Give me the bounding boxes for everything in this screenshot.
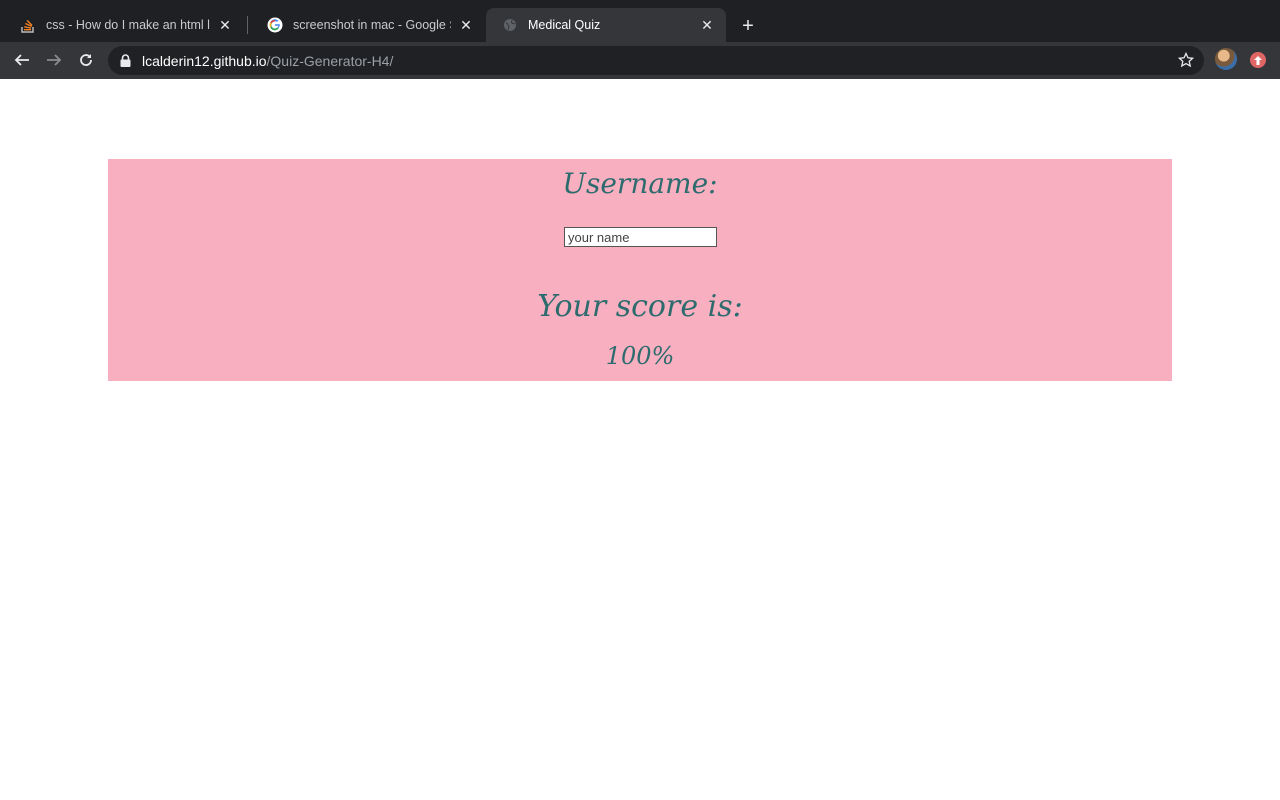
tab-medical-quiz[interactable]: Medical Quiz ✕	[486, 8, 726, 42]
url-text: lcalderin12.github.io/Quiz-Generator-H4/	[142, 53, 393, 69]
tab-separator	[247, 16, 248, 34]
arrow-left-icon	[14, 54, 29, 66]
stackoverflow-icon	[20, 17, 36, 33]
profile-avatar[interactable]	[1215, 48, 1237, 70]
tab-stackoverflow[interactable]: css - How do I make an html lir ✕	[4, 8, 244, 42]
globe-icon	[502, 17, 518, 33]
browser-toolbar: lcalderin12.github.io/Quiz-Generator-H4/	[0, 42, 1280, 79]
tab-title: screenshot in mac - Google Se	[293, 18, 451, 32]
score-panel: Username: Your score is: 100%	[108, 159, 1172, 381]
tab-strip: css - How do I make an html lir ✕ screen…	[0, 0, 1280, 42]
tab-title: Medical Quiz	[528, 18, 601, 32]
new-tab-button[interactable]: +	[736, 14, 760, 38]
tab-google[interactable]: screenshot in mac - Google Se ✕	[251, 8, 485, 42]
score-heading: Your score is:	[537, 289, 743, 324]
arrow-right-icon	[47, 54, 62, 66]
username-heading: Username:	[562, 167, 718, 200]
url-host: lcalderin12.github.io	[142, 52, 267, 69]
reload-icon	[80, 54, 92, 66]
close-icon[interactable]: ✕	[698, 16, 716, 34]
bookmark-star-icon[interactable]	[1178, 52, 1194, 68]
tab-title: css - How do I make an html lir	[46, 18, 210, 32]
reload-button[interactable]	[73, 47, 99, 73]
close-icon[interactable]: ✕	[216, 16, 234, 34]
lock-icon	[120, 53, 132, 68]
score-value: 100%	[605, 342, 675, 370]
extension-icon[interactable]	[1250, 52, 1266, 68]
username-input[interactable]	[564, 227, 717, 247]
address-bar[interactable]: lcalderin12.github.io/Quiz-Generator-H4/	[108, 46, 1204, 75]
forward-button[interactable]	[41, 47, 67, 73]
close-icon[interactable]: ✕	[457, 16, 475, 34]
back-button[interactable]	[9, 47, 35, 73]
google-icon	[267, 17, 283, 33]
url-path: /Quiz-Generator-H4/	[266, 52, 394, 69]
